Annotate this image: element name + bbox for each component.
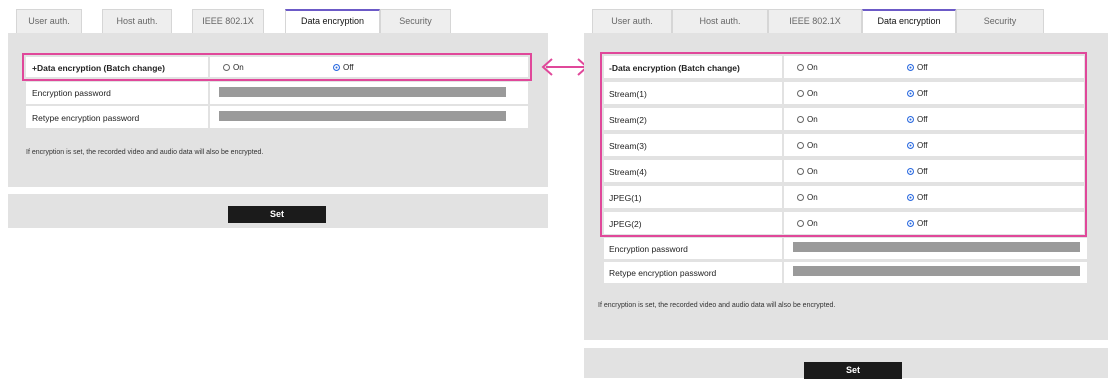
retype-password-input[interactable] <box>219 111 506 121</box>
retype-password-label: Retype encryption password <box>32 113 140 123</box>
tab-data-encryption[interactable]: Data encryption <box>862 9 956 33</box>
retype-password-input[interactable] <box>793 266 1080 276</box>
tab-host-auth[interactable]: Host auth. <box>102 9 172 33</box>
tab-user-auth[interactable]: User auth. <box>592 9 672 33</box>
encryption-note: If encryption is set, the recorded video… <box>598 302 836 309</box>
tab-label: IEEE 802.1X <box>202 16 254 26</box>
tab-label: Data encryption <box>300 16 365 26</box>
set-button[interactable]: Set <box>804 362 902 379</box>
tab-label: Host auth. <box>116 16 158 26</box>
tab-host-auth[interactable]: Host auth. <box>672 9 768 33</box>
tab-label: Security <box>983 16 1017 26</box>
tab-ieee-8021x[interactable]: IEEE 802.1X <box>192 9 264 33</box>
encryption-password-label: Encryption password <box>609 244 688 254</box>
tab-label: Data encryption <box>877 16 941 26</box>
encryption-password-input[interactable] <box>793 242 1080 252</box>
highlight-box <box>600 52 1087 237</box>
encryption-note: If encryption is set, the recorded video… <box>26 149 264 156</box>
tab-security[interactable]: Security <box>380 9 451 33</box>
tab-security[interactable]: Security <box>956 9 1044 33</box>
tab-label: Host auth. <box>699 16 741 26</box>
encryption-password-input[interactable] <box>219 87 506 97</box>
encryption-password-label: Encryption password <box>32 88 111 98</box>
tab-label: User auth. <box>28 16 70 26</box>
tab-user-auth[interactable]: User auth. <box>16 9 82 33</box>
tab-label: IEEE 802.1X <box>789 16 841 26</box>
tab-data-encryption[interactable]: Data encryption <box>285 9 380 33</box>
highlight-box <box>22 53 532 81</box>
tab-ieee-8021x[interactable]: IEEE 802.1X <box>768 9 862 33</box>
tab-label: Security <box>399 16 432 26</box>
tab-label: User auth. <box>611 16 653 26</box>
retype-password-label: Retype encryption password <box>609 268 717 278</box>
set-button[interactable]: Set <box>228 206 326 223</box>
